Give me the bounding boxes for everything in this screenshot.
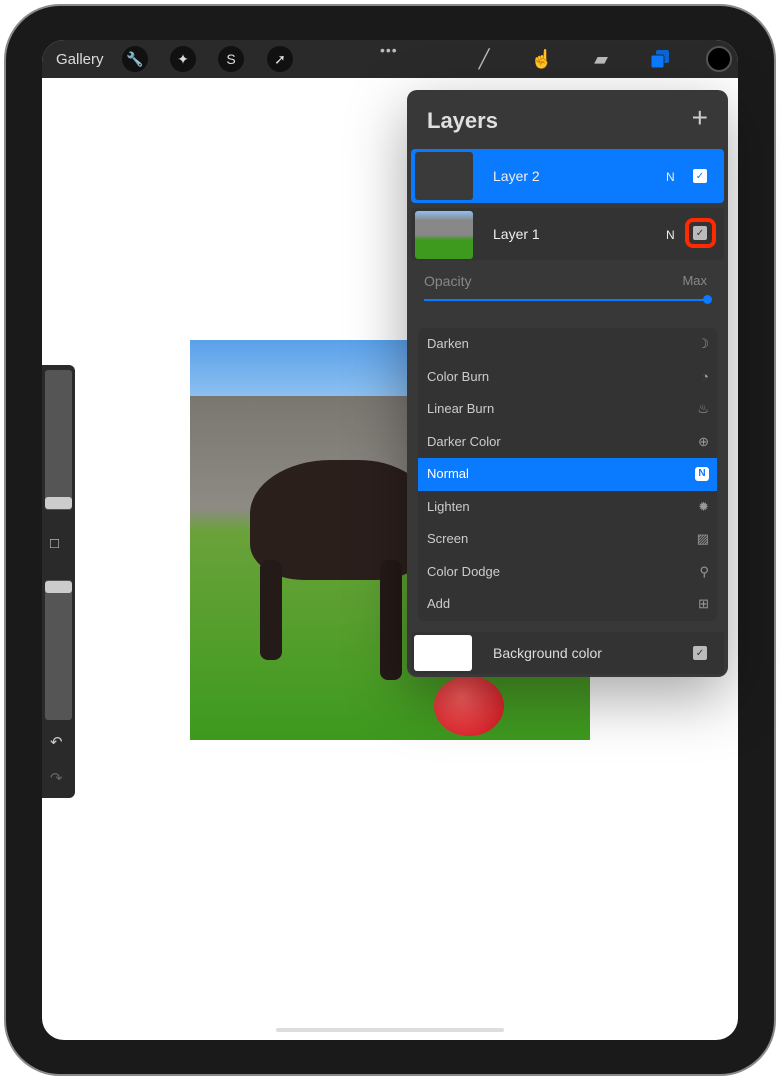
blend-mode-darker-color[interactable]: Darker Color ⊕ xyxy=(418,426,717,459)
dog-leg xyxy=(380,560,402,680)
opacity-slider-knob[interactable] xyxy=(703,295,712,304)
burn-icon: ◔ xyxy=(701,368,709,384)
dog-leg xyxy=(260,560,282,660)
moon-icon: ☽ xyxy=(697,336,709,351)
blend-mode-color-burn[interactable]: Color Burn ◔ xyxy=(418,361,717,394)
blend-mode-color-dodge[interactable]: Color Dodge ⚲ xyxy=(418,556,717,589)
layer-row-layer-1[interactable]: Layer 1 N ✓ xyxy=(411,208,724,260)
blend-mode-label: Darken xyxy=(427,336,469,351)
visibility-checkbox[interactable]: ✓ xyxy=(693,226,707,240)
opacity-max-label: Max xyxy=(682,273,707,288)
background-label: Background color xyxy=(493,645,602,661)
opacity-label: Opacity xyxy=(424,273,472,289)
background-color-swatch[interactable] xyxy=(414,635,472,671)
opacity-slider[interactable] xyxy=(45,580,72,720)
layers-panel: Layers + Layer 2 N ✓ Layer 1 N ✓ Opacity… xyxy=(407,90,728,677)
brush-size-slider[interactable] xyxy=(45,370,72,510)
add-layer-button[interactable]: + xyxy=(692,102,708,134)
blend-mode-button[interactable]: N xyxy=(666,228,675,242)
stripes-icon: ▨ xyxy=(696,531,709,546)
home-indicator xyxy=(276,1028,504,1032)
blend-mode-list: Darken ☽ Color Burn ◔ Linear Burn ♨ Darker Col… xyxy=(418,328,717,621)
left-sidebar: □ ↶ ↷ xyxy=(42,365,75,798)
blend-mode-label: Normal xyxy=(427,466,469,481)
sun-icon: ✹ xyxy=(698,498,709,514)
smudge-icon[interactable]: ☝ xyxy=(530,47,554,71)
panel-title: Layers xyxy=(427,108,498,133)
move-arrow-icon[interactable]: ➚ xyxy=(267,46,293,72)
plus-square-icon: ⊞ xyxy=(698,596,709,611)
blend-mode-screen[interactable]: Screen ▨ xyxy=(418,523,717,556)
eraser-icon[interactable]: ▰ xyxy=(589,47,613,71)
background-visibility-checkbox[interactable]: ✓ xyxy=(693,646,707,660)
red-ball xyxy=(434,676,504,736)
blend-mode-label: Screen xyxy=(427,531,469,546)
blend-mode-label: Color Burn xyxy=(427,368,490,384)
wrench-icon[interactable]: 🔧 xyxy=(122,46,148,72)
blend-mode-label: Color Dodge xyxy=(427,563,500,579)
layer-name: Layer 1 xyxy=(493,226,540,242)
layer-thumbnail xyxy=(415,211,473,259)
layer-thumbnail xyxy=(415,152,473,200)
undo-icon[interactable]: ↶ xyxy=(50,733,63,751)
blend-mode-label: Lighten xyxy=(427,498,470,514)
blend-mode-button[interactable]: N xyxy=(666,170,675,184)
opacity-slider-track[interactable] xyxy=(424,299,707,301)
layers-icon[interactable] xyxy=(648,47,672,71)
gallery-button[interactable]: Gallery xyxy=(56,51,104,68)
blend-mode-lighten[interactable]: Lighten ✹ xyxy=(418,491,717,524)
flame-icon: ♨ xyxy=(697,401,709,416)
n-icon: N xyxy=(695,467,709,481)
modify-button-icon[interactable]: □ xyxy=(50,535,59,552)
blend-mode-label: Darker Color xyxy=(427,433,501,449)
visibility-checkbox[interactable]: ✓ xyxy=(693,169,707,183)
magnifier-icon: ⚲ xyxy=(699,563,709,579)
layer-name: Layer 2 xyxy=(493,168,540,184)
background-color-row[interactable]: Background color ✓ xyxy=(411,632,724,674)
selection-icon[interactable]: S xyxy=(218,46,244,72)
opacity-thumb[interactable] xyxy=(45,581,72,593)
brush-size-thumb[interactable] xyxy=(45,497,72,509)
brush-icon[interactable]: ╱ xyxy=(472,47,496,71)
top-toolbar: Gallery 🔧 ✦ S ➚ ••• ╱ ☝ ▰ xyxy=(42,40,738,78)
plus-circle-icon: ⊕ xyxy=(698,433,709,449)
blend-mode-label: Add xyxy=(427,596,451,611)
layer-row-layer-2[interactable]: Layer 2 N ✓ xyxy=(411,149,724,203)
more-icon[interactable]: ••• xyxy=(380,42,398,58)
blend-mode-darken[interactable]: Darken ☽ xyxy=(418,328,717,361)
blend-mode-normal[interactable]: Normal N xyxy=(418,458,717,491)
blend-mode-label: Linear Burn xyxy=(427,401,495,416)
magic-wand-icon[interactable]: ✦ xyxy=(170,46,196,72)
blend-mode-linear-burn[interactable]: Linear Burn ♨ xyxy=(418,393,717,426)
blend-mode-add[interactable]: Add ⊞ xyxy=(418,588,717,621)
color-picker-button[interactable] xyxy=(706,46,732,72)
redo-icon[interactable]: ↷ xyxy=(50,769,63,787)
